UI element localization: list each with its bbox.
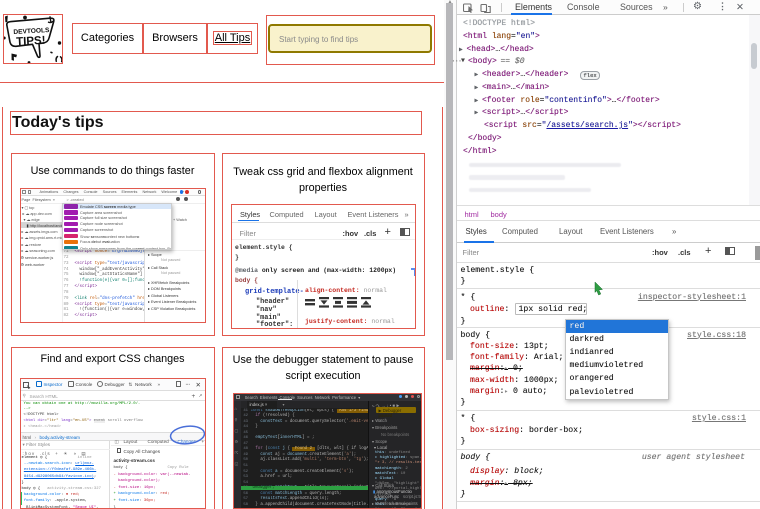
svg-text:TIPS!: TIPS! <box>16 35 46 49</box>
